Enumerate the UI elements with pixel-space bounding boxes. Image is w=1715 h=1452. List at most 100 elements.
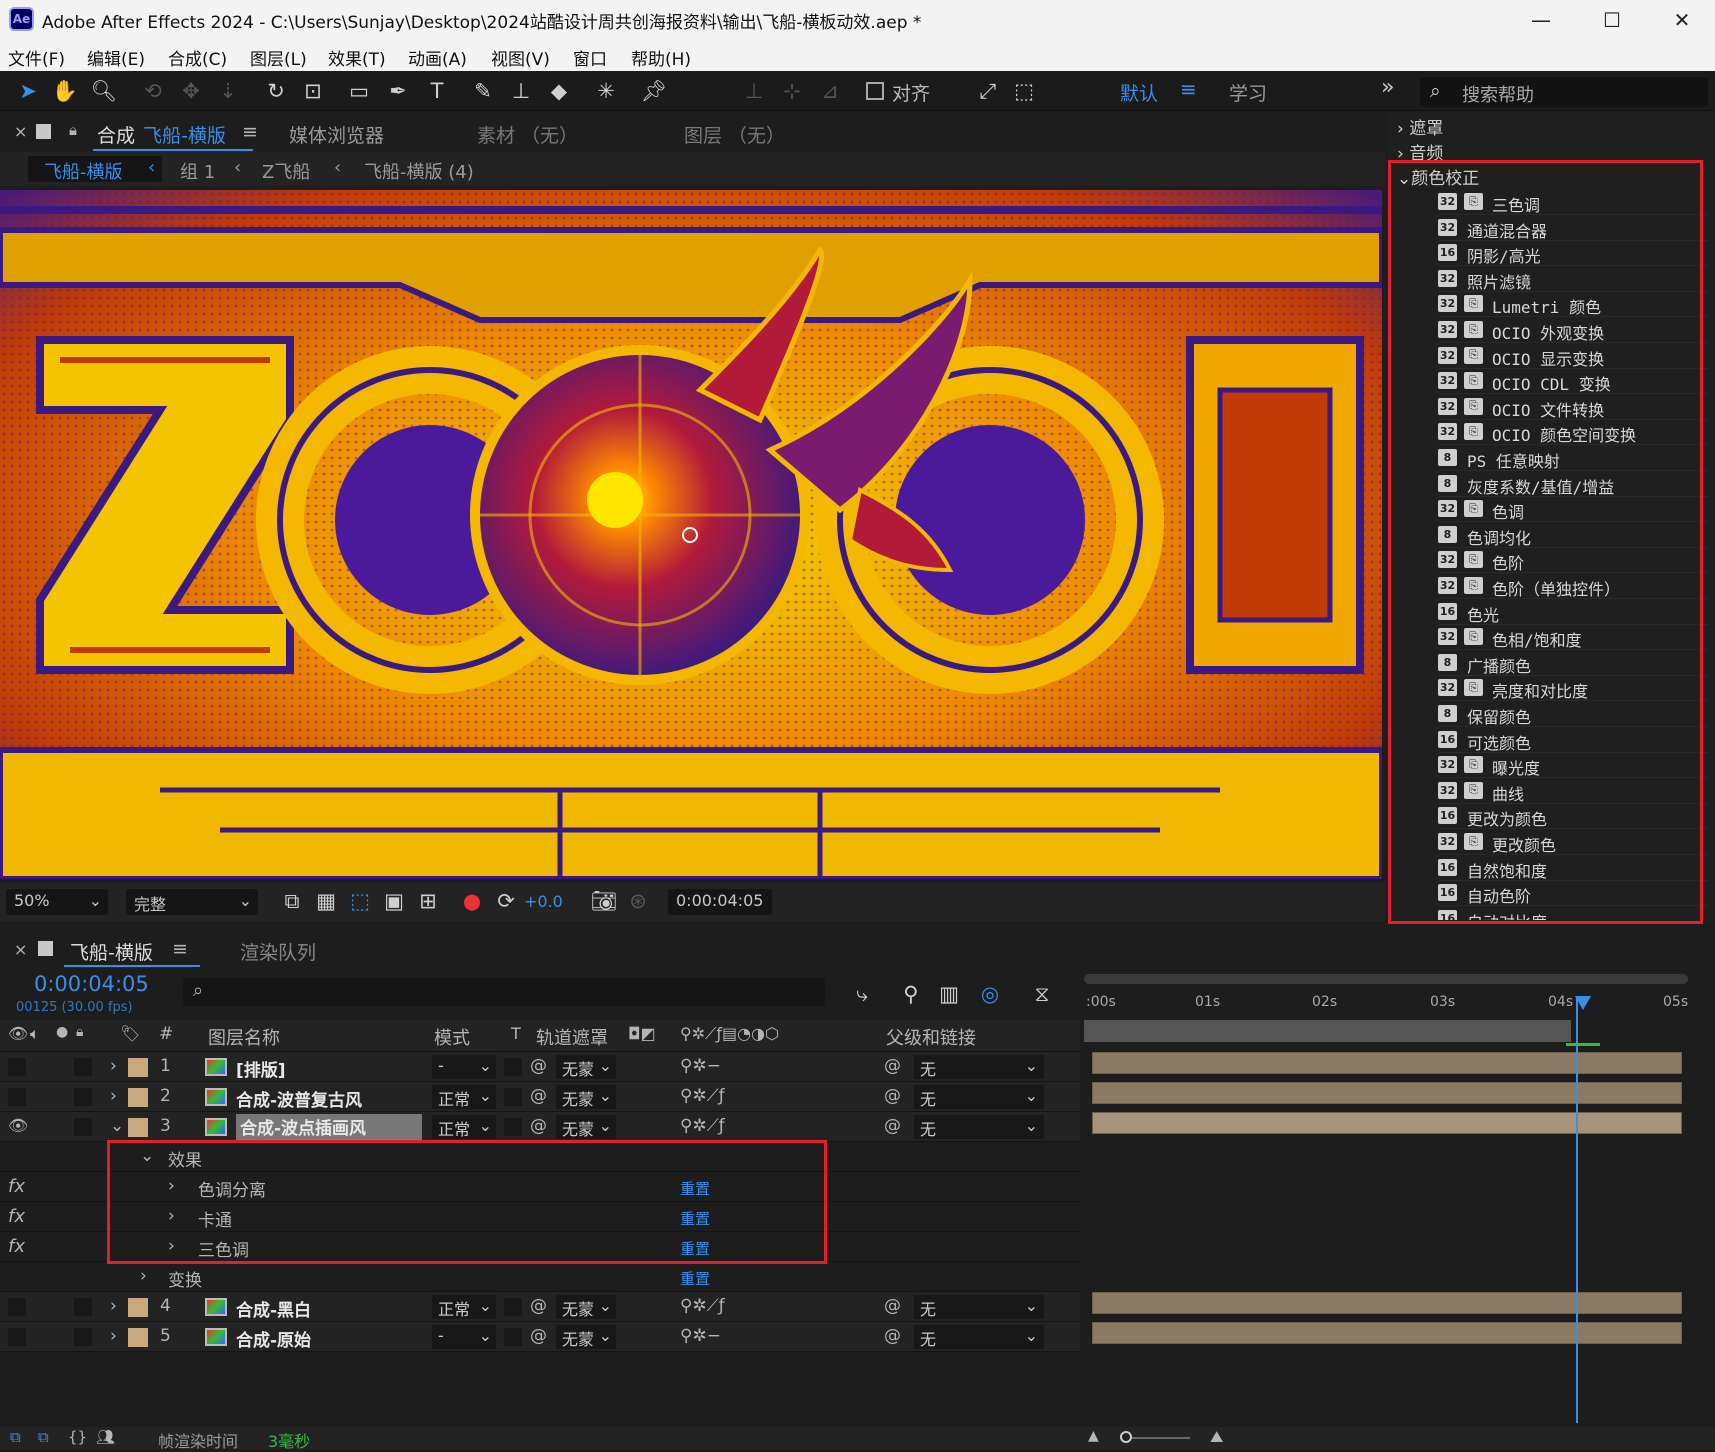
- zoom-out-icon[interactable]: ▲: [1088, 1428, 1099, 1444]
- in-out-toggle-icon[interactable]: {}: [68, 1428, 87, 1446]
- show-snapshot-icon[interactable]: ⊛: [624, 887, 652, 915]
- show-channel-icon[interactable]: ●: [458, 887, 486, 915]
- frame-blending-icon[interactable]: ▥: [935, 980, 963, 1008]
- video-toggle[interactable]: [8, 1298, 26, 1316]
- audio-switch-icon[interactable]: 🔈︎: [30, 1024, 40, 1044]
- workspace-learn[interactable]: 学习: [1229, 79, 1267, 106]
- blend-mode-dropdown[interactable]: - ⌄: [432, 1055, 496, 1079]
- chevron-down-icon[interactable]: ⌄: [110, 1116, 124, 1136]
- zoom-dropdown[interactable]: 50% ⌄: [6, 889, 108, 915]
- work-area-navigator[interactable]: [1084, 974, 1688, 984]
- spiral-pickwhip-icon[interactable]: @: [530, 1056, 547, 1076]
- preserve-transparency-toggle[interactable]: [504, 1328, 522, 1346]
- transform-row[interactable]: › 变换 重置: [0, 1262, 1080, 1292]
- reset-exposure-icon[interactable]: ⟳: [492, 887, 520, 915]
- parent-dropdown[interactable]: 无 ⌄: [914, 1115, 1044, 1139]
- track-matte-dropdown[interactable]: 无蒙 ⌄: [556, 1115, 616, 1139]
- transparency-grid-icon[interactable]: ▦: [312, 887, 340, 915]
- spiral-pickwhip-icon[interactable]: @: [530, 1086, 547, 1106]
- pan-behind-tool-icon[interactable]: ⊡: [299, 77, 327, 105]
- tab-composition-name[interactable]: 飞船-横版: [143, 121, 226, 148]
- tab-timeline-comp[interactable]: 飞船-横版: [70, 938, 153, 965]
- layer-switches-icons[interactable]: ⚲✲⟋ƒ: [680, 1086, 725, 1106]
- chevron-right-icon[interactable]: ›: [110, 1296, 117, 1316]
- layer-switches-toggle-icon[interactable]: ⧉: [10, 1428, 21, 1446]
- region-of-interest-icon[interactable]: ▣: [380, 887, 408, 915]
- track-matte-dropdown[interactable]: 无蒙 ⌄: [556, 1295, 616, 1319]
- parent-dropdown[interactable]: 无 ⌄: [914, 1295, 1044, 1319]
- more-workspaces-icon[interactable]: »: [1381, 75, 1394, 100]
- layer-name[interactable]: 合成-波普复古风: [236, 1086, 362, 1111]
- layer-name[interactable]: 合成-波点插画风: [236, 1114, 422, 1140]
- zoom-in-icon[interactable]: ⛰︎: [1210, 1427, 1223, 1447]
- composition-viewer[interactable]: [0, 190, 1382, 879]
- dolly-camera-icon[interactable]: ⇣: [214, 77, 242, 105]
- tab-media-browser[interactable]: 媒体浏览器: [289, 121, 384, 148]
- maximize-button[interactable]: ☐: [1597, 6, 1627, 34]
- render-time-icon[interactable]: 👥︎: [96, 1428, 115, 1446]
- menu-animation[interactable]: 动画(A): [408, 45, 467, 70]
- tab-menu-icon[interactable]: ≡: [242, 121, 258, 143]
- menu-window[interactable]: 窗口: [573, 45, 607, 70]
- guide-options-icon[interactable]: ⊞: [414, 887, 442, 915]
- workspace-default[interactable]: 默认: [1120, 79, 1158, 106]
- layer-switches-icons[interactable]: ⚲✲⟋ƒ: [680, 1116, 725, 1136]
- menu-help[interactable]: 帮助(H): [631, 45, 691, 70]
- preserve-transparency-toggle[interactable]: [504, 1058, 522, 1076]
- selection-tool-icon[interactable]: ➤: [14, 77, 42, 105]
- parent-pickwhip-icon[interactable]: @: [884, 1086, 901, 1106]
- parent-pickwhip-icon[interactable]: @: [884, 1326, 901, 1346]
- rectangle-tool-icon[interactable]: ▭: [345, 77, 373, 105]
- spiral-pickwhip-icon[interactable]: @: [530, 1296, 547, 1316]
- breadcrumb-item-2[interactable]: 组 1: [180, 158, 215, 184]
- layer-name[interactable]: 合成-黑白: [236, 1296, 311, 1321]
- blend-mode-dropdown[interactable]: 正常 ⌄: [432, 1115, 496, 1139]
- snapshot-icon[interactable]: 📷︎: [590, 887, 618, 915]
- world-axis-icon[interactable]: ⊹: [778, 77, 806, 105]
- fx-icon[interactable]: fx: [8, 1236, 25, 1257]
- snap-feature-icon[interactable]: ⤢: [974, 77, 1002, 105]
- layer-switches-icons[interactable]: ⚲✲−: [680, 1326, 721, 1346]
- breadcrumb-item-3[interactable]: Z飞船: [262, 158, 310, 184]
- eye-icon[interactable]: 👁︎: [8, 1116, 28, 1135]
- lock-toggle[interactable]: [74, 1328, 92, 1346]
- playhead[interactable]: [1576, 998, 1578, 1423]
- snap-checkbox[interactable]: [866, 82, 884, 100]
- tab-layer[interactable]: 图层 （无）: [684, 121, 785, 148]
- fx-icon[interactable]: fx: [8, 1206, 25, 1227]
- blend-mode-dropdown[interactable]: 正常 ⌄: [432, 1295, 496, 1319]
- video-toggle[interactable]: [8, 1088, 26, 1106]
- tab-composition-prefix[interactable]: 合成: [97, 121, 135, 148]
- transfer-controls-icon[interactable]: ⧉: [38, 1428, 49, 1446]
- zoom-tool-icon[interactable]: 🔍︎: [90, 77, 118, 105]
- parent-dropdown[interactable]: 无 ⌄: [914, 1055, 1044, 1079]
- spiral-pickwhip-icon[interactable]: @: [530, 1326, 547, 1346]
- clone-stamp-tool-icon[interactable]: ⊥: [507, 77, 535, 105]
- label-color-swatch[interactable]: [128, 1328, 148, 1347]
- close-window-button[interactable]: ✕: [1667, 6, 1697, 34]
- mask-path-visibility-icon[interactable]: ⬚: [346, 887, 374, 915]
- puppet-pin-tool-icon[interactable]: 📌︎: [640, 77, 668, 105]
- layer-bar[interactable]: [1092, 1082, 1682, 1104]
- composition-flowchart-icon[interactable]: ⤷: [848, 980, 876, 1008]
- local-axis-icon[interactable]: ⊥: [740, 77, 768, 105]
- blend-mode-dropdown[interactable]: - ⌄: [432, 1325, 496, 1349]
- label-color-swatch[interactable]: [128, 1058, 148, 1077]
- menu-effect[interactable]: 效果(T): [328, 45, 386, 70]
- menu-view[interactable]: 视图(V): [491, 45, 550, 70]
- close-panel-icon[interactable]: ×: [14, 940, 27, 959]
- track-matte-dropdown[interactable]: 无蒙 ⌄: [556, 1085, 616, 1109]
- parent-pickwhip-icon[interactable]: @: [884, 1116, 901, 1136]
- work-area-bar[interactable]: [1084, 1020, 1571, 1042]
- timeline-graph-area[interactable]: :00s 01s 02s 03s 04s 05s: [1080, 968, 1715, 1427]
- pan-camera-icon[interactable]: ✥: [177, 77, 205, 105]
- layer-row[interactable]: 👁︎ ⌄ 3 合成-波点插画风 正常 ⌄ @ 无蒙 ⌄ ⚲✲⟋ƒ @ 无 ⌄: [0, 1112, 1080, 1142]
- draft-3d-icon[interactable]: ⚲: [897, 980, 925, 1008]
- lock-toggle[interactable]: [74, 1298, 92, 1316]
- minimize-button[interactable]: —: [1526, 6, 1556, 34]
- video-toggle[interactable]: [8, 1058, 26, 1076]
- layer-bar[interactable]: [1092, 1052, 1682, 1074]
- tab-footage[interactable]: 素材 （无）: [477, 121, 578, 148]
- solo-switch-icon[interactable]: ●: [56, 1024, 68, 1040]
- layer-name[interactable]: [排版]: [236, 1056, 286, 1081]
